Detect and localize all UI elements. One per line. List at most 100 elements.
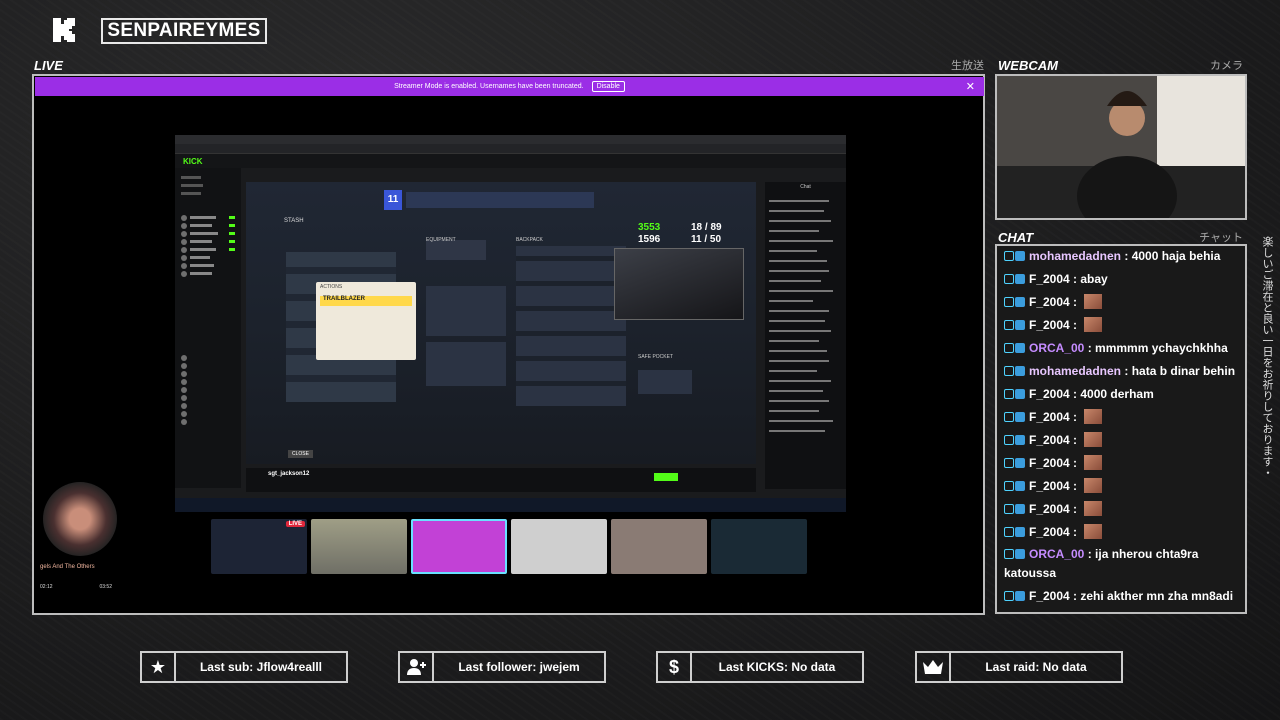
verified-badge-icon bbox=[1004, 435, 1014, 445]
chat-panel-title: CHAT bbox=[998, 230, 1034, 245]
streamer-mode-banner: Streamer Mode is enabled. Usernames have… bbox=[35, 77, 984, 96]
time-elapsed: 02:12 bbox=[40, 584, 53, 590]
verified-badge-icon bbox=[1004, 320, 1014, 330]
chat-message: F_2004 : abay bbox=[1004, 270, 1238, 289]
subscriber-badge-icon bbox=[1015, 504, 1025, 514]
subscriber-badge-icon bbox=[1015, 458, 1025, 468]
close-icon[interactable]: ✕ bbox=[966, 80, 975, 93]
chat-separator: : bbox=[1121, 249, 1132, 263]
chat-username[interactable]: F_2004 bbox=[1029, 387, 1070, 401]
safe-pocket-label: SAFE POCKET bbox=[638, 354, 674, 360]
hud-team-bar bbox=[406, 192, 594, 208]
equipment-label: EQUIPMENT bbox=[426, 237, 456, 243]
last-follower-text: Last follower: jwejem bbox=[458, 660, 580, 674]
verified-badge-icon bbox=[1004, 481, 1014, 491]
subscriber-badge-icon bbox=[1015, 366, 1025, 376]
weapon-slot-1[interactable] bbox=[426, 286, 506, 336]
backpack-grid bbox=[516, 246, 626, 406]
chat-username[interactable]: F_2004 bbox=[1029, 318, 1070, 332]
webcam-panel-header: WEBCAM カメラ bbox=[998, 58, 1243, 72]
scene-tile-character[interactable] bbox=[711, 519, 807, 574]
hud-team-count: 11 bbox=[384, 190, 402, 210]
verified-badge-icon bbox=[1004, 297, 1014, 307]
chat-message: F_2004 : zehi akther mn zha mn8adi bbox=[1004, 587, 1238, 606]
chat-emote-icon bbox=[1084, 432, 1103, 447]
chat-username[interactable]: F_2004 bbox=[1029, 456, 1070, 470]
side-japanese-text: 楽しいご滞在と良い一日をお祈りしております・ bbox=[1261, 236, 1273, 478]
chat-separator: : bbox=[1069, 410, 1081, 424]
scene-tile-hamster[interactable] bbox=[611, 519, 707, 574]
verified-badge-icon bbox=[1004, 549, 1014, 559]
subscriber-badge-icon bbox=[1015, 343, 1025, 353]
chat-emote-icon bbox=[1084, 317, 1103, 332]
chat-username[interactable]: F_2004 bbox=[1029, 410, 1070, 424]
subscriber-badge-icon bbox=[1015, 320, 1025, 330]
chat-username[interactable]: F_2004 bbox=[1029, 502, 1070, 516]
crown-icon bbox=[917, 651, 951, 683]
chat-text: mmmmm ychaychkhha bbox=[1095, 341, 1228, 355]
chat-username[interactable]: ORCA_00 bbox=[1029, 547, 1084, 561]
last-raid-text: Last raid: No data bbox=[985, 660, 1087, 674]
webcam-panel-title-jp: カメラ bbox=[1210, 60, 1243, 72]
close-button[interactable]: CLOSE bbox=[288, 450, 313, 458]
verified-badge-icon bbox=[1004, 458, 1014, 468]
chat-emote-icon bbox=[1084, 524, 1103, 539]
chat-username[interactable]: F_2004 bbox=[1029, 589, 1070, 603]
follow-button[interactable] bbox=[654, 473, 678, 481]
item-tooltip: ACTIONS TRAILBLAZER bbox=[316, 282, 416, 360]
chat-message: ORCA_00 : mmmmm ychaychkhha bbox=[1004, 339, 1238, 358]
chat-separator: : bbox=[1069, 433, 1081, 447]
chat-message: F_2004 : bbox=[1004, 431, 1238, 450]
subscriber-badge-icon bbox=[1015, 251, 1025, 261]
stash-label: STASH bbox=[284, 218, 304, 224]
chat-emote-icon bbox=[1084, 409, 1103, 424]
chat-message: F_2004 : bbox=[1004, 316, 1238, 335]
disable-button[interactable]: Disable bbox=[591, 81, 625, 92]
chat-message: F_2004 : bbox=[1004, 454, 1238, 473]
chat-message: F_2004 : 4000 derham bbox=[1004, 385, 1238, 404]
chat-message: mohamedadnen : 4000 haja behia bbox=[1004, 247, 1238, 266]
chat-message: F_2004 : bbox=[1004, 500, 1238, 519]
chat-text: 4000 haja behia bbox=[1131, 249, 1221, 263]
chat-message: F_2004 : bbox=[1004, 477, 1238, 496]
chat-message: ORCA_00 : ija nherou chta9ra katoussa bbox=[1004, 545, 1238, 583]
verified-badge-icon bbox=[1004, 274, 1014, 284]
browser-address-bar bbox=[175, 144, 846, 154]
verified-badge-icon bbox=[1004, 389, 1014, 399]
verified-badge-icon bbox=[1004, 366, 1014, 376]
scene-tile-desktop[interactable]: LIVE bbox=[211, 519, 307, 574]
chat-separator: : bbox=[1069, 589, 1081, 603]
subscriber-badge-icon bbox=[1015, 274, 1025, 284]
game-inventory-screen: STASH 11 EQUIPMENT BACKPACK SAFE POCKET … bbox=[246, 182, 756, 464]
chat-panel-header: CHAT チャット bbox=[998, 230, 1243, 244]
verified-badge-icon bbox=[1004, 343, 1014, 353]
chat-username[interactable]: F_2004 bbox=[1029, 433, 1070, 447]
chat-text: 4000 derham bbox=[1080, 387, 1154, 401]
chat-separator: : bbox=[1069, 525, 1081, 539]
subscriber-badge-icon bbox=[1015, 435, 1025, 445]
verified-badge-icon bbox=[1004, 504, 1014, 514]
chat-username[interactable]: F_2004 bbox=[1029, 479, 1070, 493]
overlay-root: SENPAIREYMES LIVE 生放送 Streamer Mode is e… bbox=[0, 0, 1280, 720]
chat-username[interactable]: F_2004 bbox=[1029, 525, 1070, 539]
last-sub-text: Last sub: Jflow4realll bbox=[199, 660, 323, 674]
kick-chat-lines bbox=[769, 200, 833, 432]
weapon-slot-2[interactable] bbox=[426, 342, 506, 386]
chat-separator: : bbox=[1069, 272, 1081, 286]
equipment-slot[interactable] bbox=[426, 240, 486, 260]
live-panel-title: LIVE bbox=[34, 58, 63, 73]
chat-username[interactable]: F_2004 bbox=[1029, 272, 1070, 286]
tooltip-header: ACTIONS bbox=[320, 284, 343, 290]
chat-message: F_2004 : bbox=[1004, 408, 1238, 427]
chat-separator: : bbox=[1084, 547, 1096, 561]
scene-tile-avatar[interactable] bbox=[411, 519, 507, 574]
scene-tile-person[interactable] bbox=[311, 519, 407, 574]
chat-username[interactable]: mohamedadnen bbox=[1029, 364, 1121, 378]
chat-username[interactable]: mohamedadnen bbox=[1029, 249, 1121, 263]
scene-tile-wolf[interactable] bbox=[511, 519, 607, 574]
chat-username[interactable]: ORCA_00 bbox=[1029, 341, 1084, 355]
hud-stat-2: 18 / 89 bbox=[691, 222, 722, 233]
chat-username[interactable]: F_2004 bbox=[1029, 295, 1070, 309]
chat-message: F_2004 : bbox=[1004, 523, 1238, 542]
hud-stat-3: 11 / 50 bbox=[691, 234, 722, 245]
